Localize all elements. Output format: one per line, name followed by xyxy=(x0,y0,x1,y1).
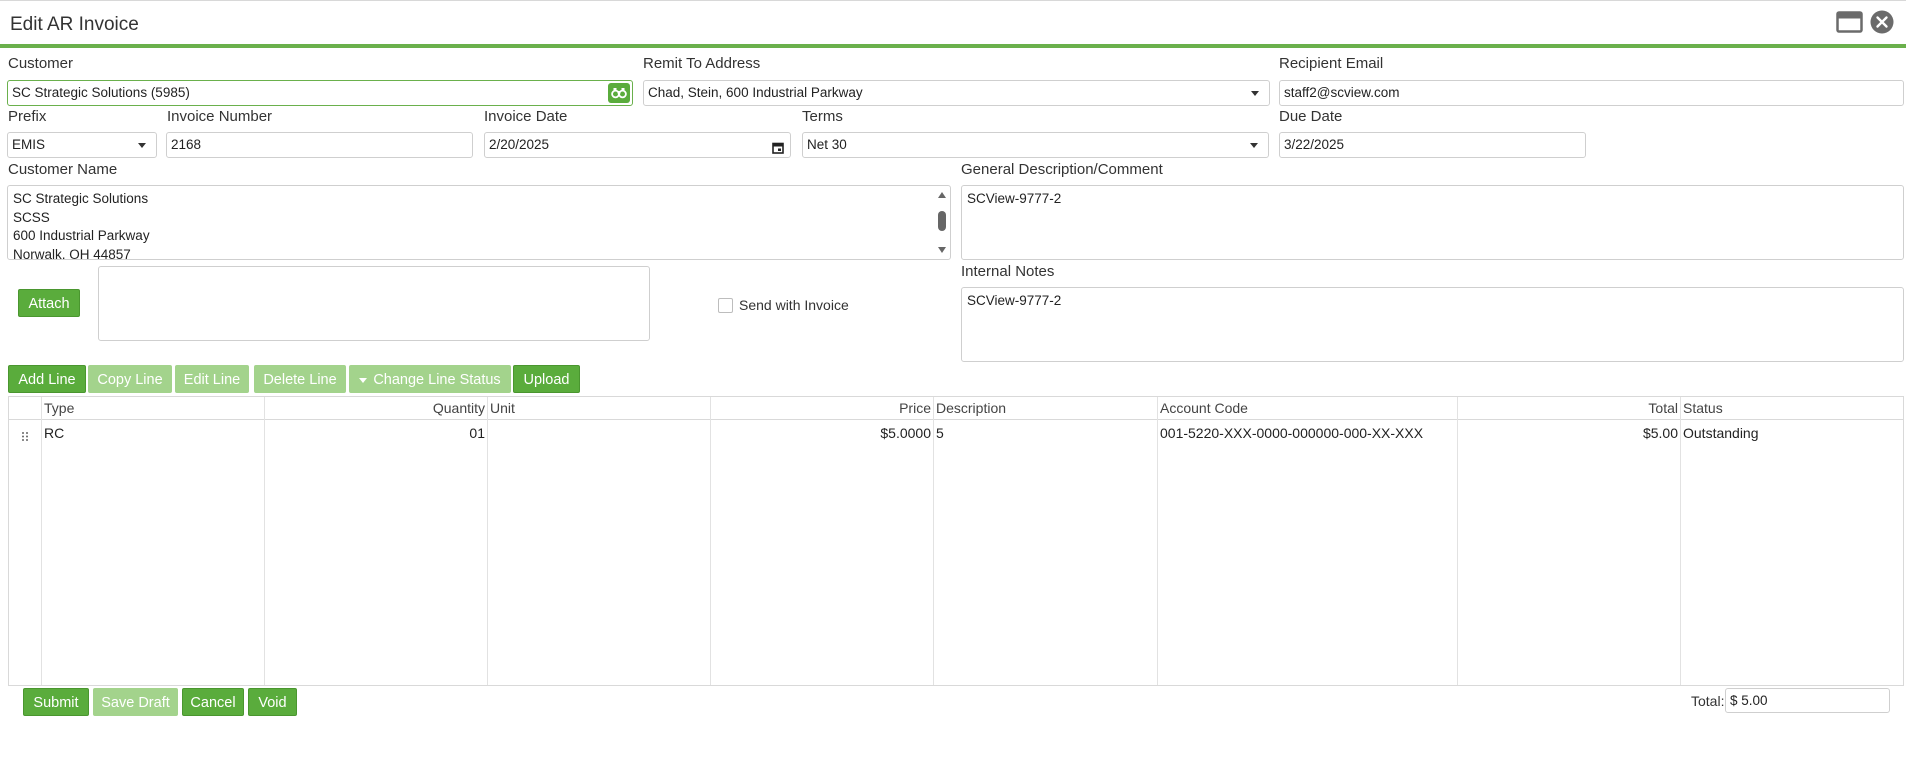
prefix-value: EMIS xyxy=(12,137,46,152)
prefix-label: Prefix xyxy=(8,108,47,125)
edit-line-button[interactable]: Edit Line xyxy=(175,365,249,393)
invoice-number-label: Invoice Number xyxy=(167,108,273,125)
submit-button[interactable]: Submit xyxy=(23,688,89,716)
total-label: Total: xyxy=(1691,693,1725,709)
internal-notes-label: Internal Notes xyxy=(961,263,1055,280)
cell-account-code[interactable]: 001-5220-XXX-0000-000000-000-XX-XXX xyxy=(1160,425,1423,441)
terms-select[interactable]: Net 30 xyxy=(802,132,1269,158)
invoice-date-field[interactable]: 2/20/2025 xyxy=(484,132,791,158)
chevron-down-icon xyxy=(138,143,146,148)
terms-label: Terms xyxy=(802,108,843,125)
caret-down-icon xyxy=(359,377,368,383)
customer-name-textarea[interactable]: SC Strategic Solutions SCSS 600 Industri… xyxy=(7,185,951,260)
customer-field[interactable]: SC Strategic Solutions (5985) xyxy=(7,80,633,106)
column-header-type[interactable]: Type xyxy=(44,400,74,416)
due-date-label: Due Date xyxy=(1279,108,1343,125)
window-title: Edit AR Invoice xyxy=(10,14,139,35)
general-description-label: General Description/Comment xyxy=(961,161,1163,178)
drag-handle-icon[interactable] xyxy=(21,429,29,441)
attach-button[interactable]: Attach xyxy=(18,289,80,317)
title-bar xyxy=(0,0,1906,48)
customer-name-line: 600 Industrial Parkway xyxy=(13,228,150,243)
scrollbar[interactable] xyxy=(936,189,948,257)
remit-value: Chad, Stein, 600 Industrial Parkway xyxy=(648,85,863,100)
void-button[interactable]: Void xyxy=(248,688,297,716)
cancel-button[interactable]: Cancel xyxy=(182,688,244,716)
column-header-unit[interactable]: Unit xyxy=(490,400,515,416)
invoice-date-value: 2/20/2025 xyxy=(489,137,550,152)
column-header-description[interactable]: Description xyxy=(936,400,1006,416)
cell-status[interactable]: Outstanding xyxy=(1683,425,1759,441)
scroll-thumb[interactable] xyxy=(938,211,946,231)
line-grid: Type Quantity Unit Price Description Acc… xyxy=(8,396,1904,686)
add-line-button[interactable]: Add Line xyxy=(8,365,86,393)
column-divider xyxy=(1157,397,1158,685)
grid-header-divider xyxy=(9,419,1903,420)
invoice-number-value: 2168 xyxy=(171,137,202,152)
column-divider xyxy=(264,397,265,685)
scroll-up-icon[interactable] xyxy=(938,192,946,198)
binoculars-icon[interactable] xyxy=(608,83,630,103)
scroll-down-icon[interactable] xyxy=(938,247,946,253)
delete-line-button[interactable]: Delete Line xyxy=(254,365,346,393)
invoice-number-field[interactable]: 2168 xyxy=(166,132,473,158)
save-draft-button[interactable]: Save Draft xyxy=(93,688,178,716)
calendar-icon[interactable] xyxy=(772,138,784,154)
prefix-select[interactable]: EMIS xyxy=(7,132,157,158)
upload-button[interactable]: Upload xyxy=(513,365,580,393)
internal-notes-textarea[interactable]: SCView-9777-2 xyxy=(961,287,1904,362)
send-with-invoice-checkbox[interactable] xyxy=(718,298,733,313)
customer-name-label: Customer Name xyxy=(8,161,118,178)
column-divider xyxy=(487,397,488,685)
recipient-email-field[interactable]: staff2@scview.com xyxy=(1279,80,1904,106)
cell-description[interactable]: 5 xyxy=(936,425,944,441)
close-icon[interactable] xyxy=(1870,10,1894,34)
chevron-down-icon xyxy=(1251,91,1259,96)
customer-value: SC Strategic Solutions (5985) xyxy=(12,85,190,100)
general-description-textarea[interactable]: SCView-9777-2 xyxy=(961,185,1904,260)
recipient-label: Recipient Email xyxy=(1279,55,1384,72)
cell-type[interactable]: RC xyxy=(44,425,64,441)
copy-line-button[interactable]: Copy Line xyxy=(88,365,172,393)
column-header-price[interactable]: Price xyxy=(713,400,931,416)
cell-price[interactable]: $5.0000 xyxy=(713,425,931,441)
column-divider xyxy=(710,397,711,685)
cell-quantity[interactable]: 01 xyxy=(267,425,485,441)
column-header-quantity[interactable]: Quantity xyxy=(267,400,485,416)
due-date-value: 3/22/2025 xyxy=(1284,137,1345,152)
customer-name-line: SCSS xyxy=(13,209,50,225)
change-line-status-button[interactable]: Change Line Status xyxy=(349,365,511,393)
column-divider xyxy=(933,397,934,685)
column-divider xyxy=(41,397,42,685)
column-header-account-code[interactable]: Account Code xyxy=(1160,400,1248,416)
column-header-total[interactable]: Total xyxy=(1460,400,1678,416)
remit-label: Remit To Address xyxy=(643,55,761,72)
total-value-field: $ 5.00 xyxy=(1725,688,1890,713)
invoice-date-label: Invoice Date xyxy=(484,108,568,125)
general-description-value: SCView-9777-2 xyxy=(967,191,1062,206)
total-value: $ 5.00 xyxy=(1730,693,1768,708)
column-divider xyxy=(1680,397,1681,685)
internal-notes-value: SCView-9777-2 xyxy=(967,293,1062,308)
attachment-area[interactable] xyxy=(98,266,650,341)
remit-select[interactable]: Chad, Stein, 600 Industrial Parkway xyxy=(643,80,1270,106)
maximize-icon[interactable] xyxy=(1836,11,1863,33)
chevron-down-icon xyxy=(1250,143,1258,148)
due-date-field[interactable]: 3/22/2025 xyxy=(1279,132,1586,158)
column-divider xyxy=(1457,397,1458,685)
customer-name-line: Norwalk, OH 44857 xyxy=(13,246,131,260)
customer-name-line: SC Strategic Solutions xyxy=(13,191,149,206)
terms-value: Net 30 xyxy=(807,137,847,152)
send-with-invoice-label: Send with Invoice xyxy=(739,297,849,313)
change-line-status-label: Change Line Status xyxy=(373,372,501,388)
column-header-status[interactable]: Status xyxy=(1683,400,1723,416)
cell-total[interactable]: $5.00 xyxy=(1460,425,1678,441)
recipient-value: staff2@scview.com xyxy=(1284,85,1400,100)
customer-label: Customer xyxy=(8,55,74,72)
